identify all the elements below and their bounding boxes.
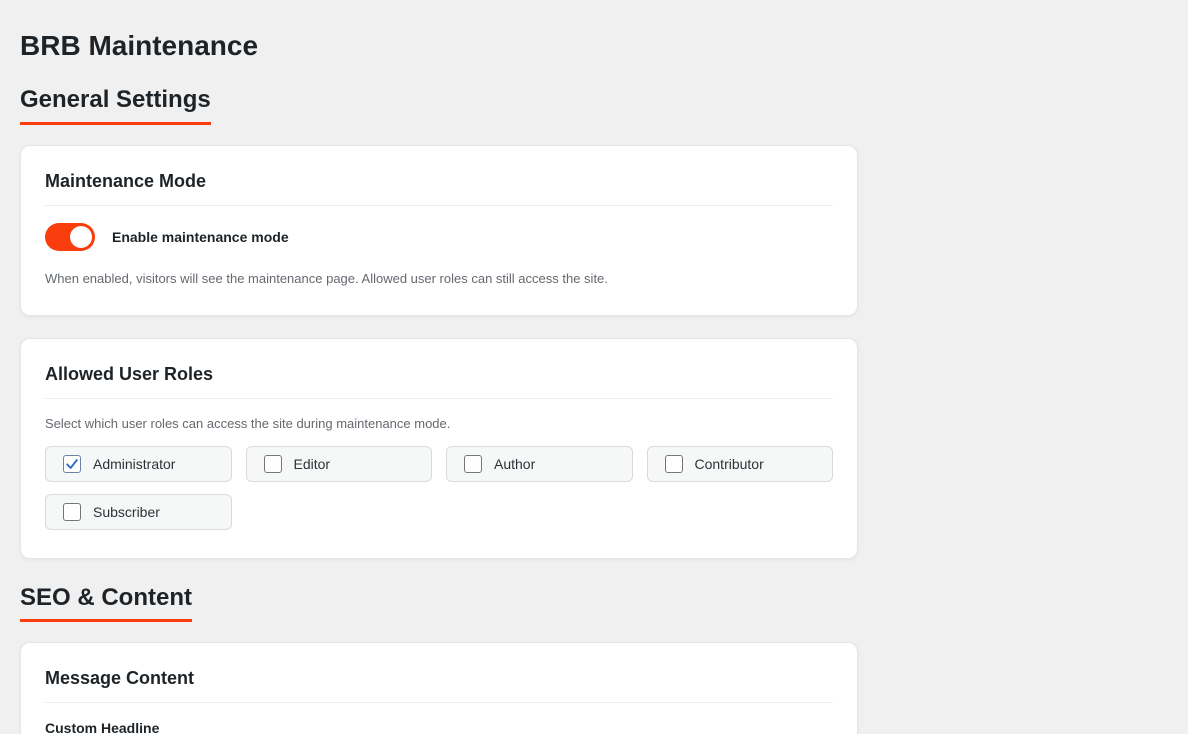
allowed-user-roles-description: Select which user roles can access the s… [45, 416, 833, 432]
page-title: BRB Maintenance [20, 30, 860, 62]
role-label: Administrator [93, 456, 175, 472]
section-heading-general-settings: General Settings [20, 87, 211, 124]
checkbox-icon [464, 455, 482, 473]
role-checkbox-subscriber[interactable]: Subscriber [45, 494, 232, 530]
role-checkbox-contributor[interactable]: Contributor [647, 446, 834, 482]
section-heading-seo-content: SEO & Content [20, 585, 192, 622]
maintenance-mode-toggle-label: Enable maintenance mode [112, 229, 289, 245]
role-label: Subscriber [93, 504, 160, 520]
custom-headline-field-label: Custom Headline [45, 720, 833, 734]
maintenance-mode-toggle-row: Enable maintenance mode [45, 223, 833, 251]
section-seo-content: SEO & Content Message Content Custom Hea… [20, 585, 860, 734]
divider [45, 398, 833, 399]
role-checkbox-author[interactable]: Author [446, 446, 633, 482]
message-content-card-title: Message Content [45, 667, 833, 689]
maintenance-mode-toggle[interactable] [45, 223, 95, 251]
divider [45, 205, 833, 206]
general-settings-body: Maintenance Mode Enable maintenance mode… [20, 145, 860, 560]
toggle-knob-icon [70, 226, 92, 248]
message-content-card: Message Content Custom Headline [20, 642, 858, 734]
checkbox-icon [63, 455, 81, 473]
role-label: Contributor [695, 456, 764, 472]
maintenance-mode-card-title: Maintenance Mode [45, 170, 833, 192]
divider [45, 702, 833, 703]
section-general-settings: General Settings Maintenance Mode Enable… [20, 87, 860, 559]
maintenance-mode-card: Maintenance Mode Enable maintenance mode… [20, 145, 858, 316]
checkbox-icon [264, 455, 282, 473]
allowed-user-roles-card: Allowed User Roles Select which user rol… [20, 338, 858, 559]
role-checkbox-administrator[interactable]: Administrator [45, 446, 232, 482]
roles-grid: Administrator Editor Author [45, 446, 833, 530]
checkbox-icon [665, 455, 683, 473]
role-label: Editor [294, 456, 331, 472]
checkbox-icon [63, 503, 81, 521]
settings-page: BRB Maintenance General Settings Mainten… [0, 0, 860, 734]
role-label: Author [494, 456, 535, 472]
role-checkbox-editor[interactable]: Editor [246, 446, 433, 482]
maintenance-mode-help-text: When enabled, visitors will see the main… [45, 271, 833, 287]
seo-content-body: Message Content Custom Headline [20, 642, 860, 734]
allowed-user-roles-card-title: Allowed User Roles [45, 363, 833, 385]
